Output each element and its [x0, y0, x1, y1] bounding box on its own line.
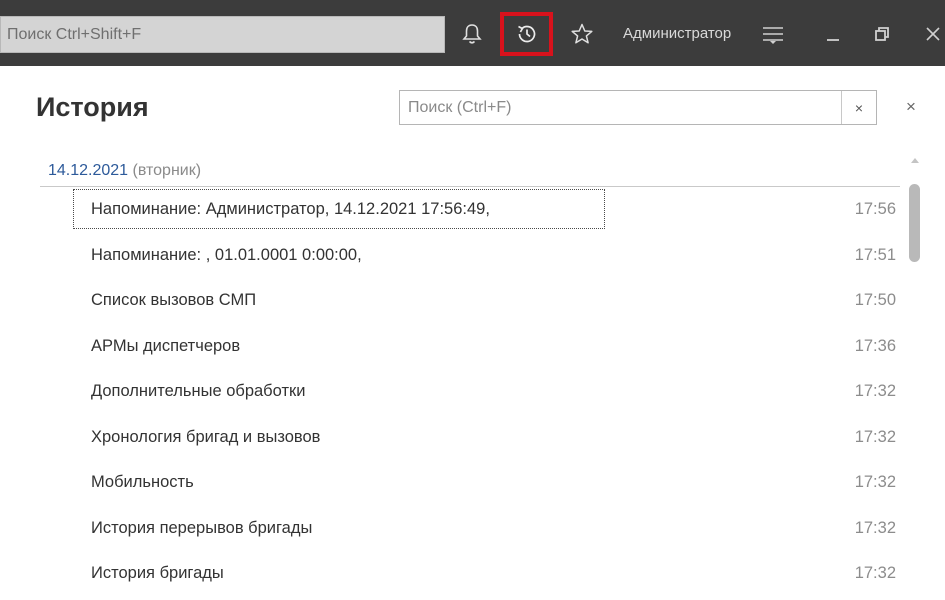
history-item-time: 17:50 — [854, 291, 896, 309]
history-item-time: 17:32 — [854, 473, 896, 491]
star-icon[interactable] — [562, 15, 602, 53]
history-item[interactable]: Напоминание: , 01.01.0001 0:00:00, 17:51 — [74, 236, 896, 282]
close-icon[interactable] — [913, 15, 945, 53]
history-icon — [517, 25, 535, 43]
history-item[interactable]: Список вызовов СМП 17:50 — [74, 281, 896, 327]
history-panel: История × × 14.12.2021 (вторник) Напомин… — [10, 66, 945, 587]
history-button[interactable] — [500, 12, 553, 56]
scroll-thumb[interactable] — [909, 184, 920, 262]
history-search-field[interactable]: × — [399, 90, 877, 125]
bell-icon[interactable] — [452, 15, 492, 53]
date-group-header: 14.12.2021 (вторник) — [48, 162, 201, 180]
vertical-scrollbar[interactable] — [908, 156, 922, 587]
history-item[interactable]: История перерывов бригады 17:32 — [74, 509, 896, 555]
history-item-time: 17:32 — [854, 427, 896, 446]
search-clear-button[interactable]: × — [841, 91, 876, 124]
menu-icon[interactable] — [753, 15, 793, 53]
history-item-title[interactable]: История бригады — [74, 554, 234, 592]
user-name[interactable]: Администратор — [623, 25, 731, 42]
history-item[interactable]: Напоминание: Администратор, 14.12.2021 1… — [73, 189, 896, 236]
history-item-title[interactable]: Мобильность — [74, 463, 204, 501]
history-list: Напоминание: Администратор, 14.12.2021 1… — [73, 189, 896, 600]
history-search-input[interactable] — [408, 97, 828, 119]
group-date: 14.12.2021 — [48, 162, 129, 179]
panel-close-button[interactable]: × — [900, 96, 922, 118]
history-item-time: 17:56 — [854, 200, 896, 218]
top-toolbar: Поиск Ctrl+Shift+F Администратор — [0, 0, 945, 66]
history-item-title[interactable]: Дополнительные обработки — [74, 372, 315, 410]
date-divider — [40, 186, 900, 187]
history-item-title[interactable]: История перерывов бригады — [74, 509, 322, 547]
scroll-up-arrow-icon[interactable] — [911, 158, 919, 163]
history-item-time: 17:32 — [854, 518, 896, 537]
history-item[interactable]: Мобильность 17:32 — [74, 463, 896, 509]
minimize-icon[interactable] — [813, 15, 853, 53]
global-search-input[interactable]: Поиск Ctrl+Shift+F — [0, 16, 445, 53]
history-item-time: 17:32 — [854, 382, 896, 400]
panel-title: История — [36, 92, 149, 122]
history-item-title[interactable]: АРМы диспетчеров — [74, 327, 250, 365]
group-weekday: (вторник) — [132, 162, 202, 179]
history-item-time: 17:36 — [854, 336, 896, 355]
history-item-title[interactable]: Напоминание: Администратор, 14.12.2021 1… — [73, 189, 605, 229]
history-item[interactable]: История бригады 17:32 — [74, 554, 896, 600]
history-item-title[interactable]: Хронология бригад и вызовов — [74, 418, 330, 456]
history-item-time: 17:51 — [854, 245, 896, 264]
history-item[interactable]: Хронология бригад и вызовов 17:32 — [74, 418, 896, 464]
history-item[interactable]: Дополнительные обработки 17:32 — [74, 372, 896, 418]
history-item-title[interactable]: Напоминание: , 01.01.0001 0:00:00, — [74, 236, 372, 274]
history-item[interactable]: АРМы диспетчеров 17:36 — [74, 327, 896, 373]
history-item-time: 17:32 — [854, 564, 896, 582]
history-item-title[interactable]: Список вызовов СМП — [74, 281, 266, 319]
restore-icon[interactable] — [862, 15, 902, 53]
